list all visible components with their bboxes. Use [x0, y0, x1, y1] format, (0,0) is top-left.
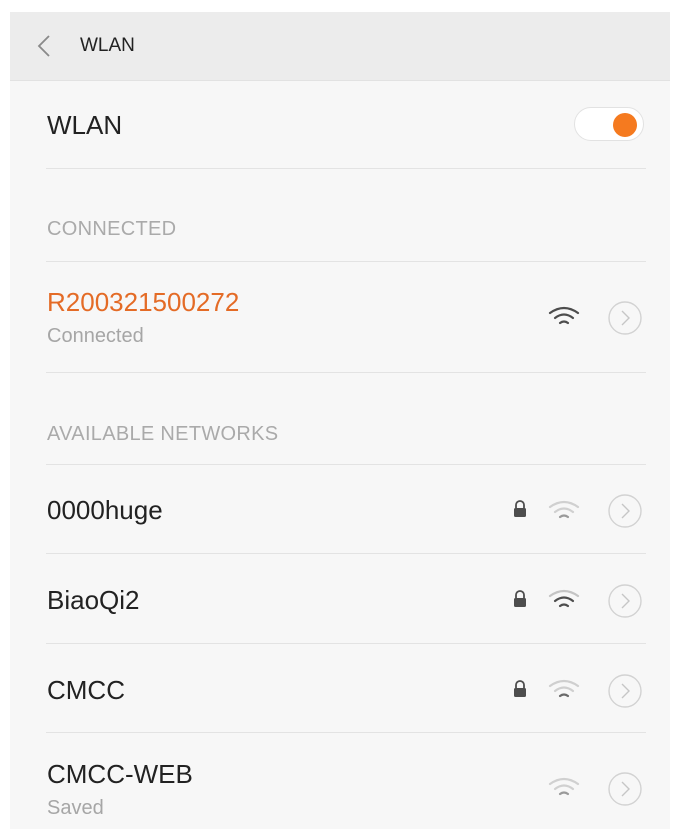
section-label-connected: CONNECTED	[47, 218, 177, 240]
wlan-settings-screen: WLAN WLAN CONNECTED R200321500272 Connec…	[10, 12, 670, 829]
divider	[46, 261, 646, 262]
divider	[46, 168, 646, 169]
network-ssid: 0000huge	[47, 495, 163, 525]
wifi-icon	[548, 500, 580, 519]
network-ssid: BiaoQi2	[47, 585, 140, 615]
back-button[interactable]	[32, 32, 56, 60]
wifi-icon	[548, 589, 580, 608]
section-label-available-networks: AVAILABLE NETWORKS	[47, 423, 279, 445]
network-status: Connected	[47, 325, 144, 347]
network-ssid: CMCC	[47, 675, 125, 705]
page-title: WLAN	[80, 35, 135, 56]
divider	[46, 732, 646, 733]
toggle-knob	[613, 113, 637, 137]
network-status: Saved	[47, 797, 104, 819]
app-header: WLAN	[10, 12, 670, 81]
lock-icon	[514, 680, 526, 697]
lock-icon	[514, 590, 526, 607]
divider	[46, 553, 646, 554]
info-chevron-icon[interactable]	[607, 771, 643, 807]
wifi-icon	[548, 306, 580, 325]
network-ssid: CMCC-WEB	[47, 759, 193, 789]
network-ssid: R200321500272	[47, 287, 240, 317]
lock-icon	[514, 500, 526, 517]
info-chevron-icon[interactable]	[607, 493, 643, 529]
info-chevron-icon[interactable]	[607, 583, 643, 619]
divider	[46, 372, 646, 373]
wlan-toggle-label: WLAN	[47, 110, 123, 140]
wifi-icon	[548, 777, 580, 796]
wifi-icon	[548, 679, 580, 698]
info-chevron-icon[interactable]	[607, 300, 643, 336]
info-chevron-icon[interactable]	[607, 673, 643, 709]
wlan-toggle-switch[interactable]	[574, 107, 644, 141]
divider	[46, 643, 646, 644]
chevron-left-icon	[37, 35, 50, 57]
divider	[46, 464, 646, 465]
